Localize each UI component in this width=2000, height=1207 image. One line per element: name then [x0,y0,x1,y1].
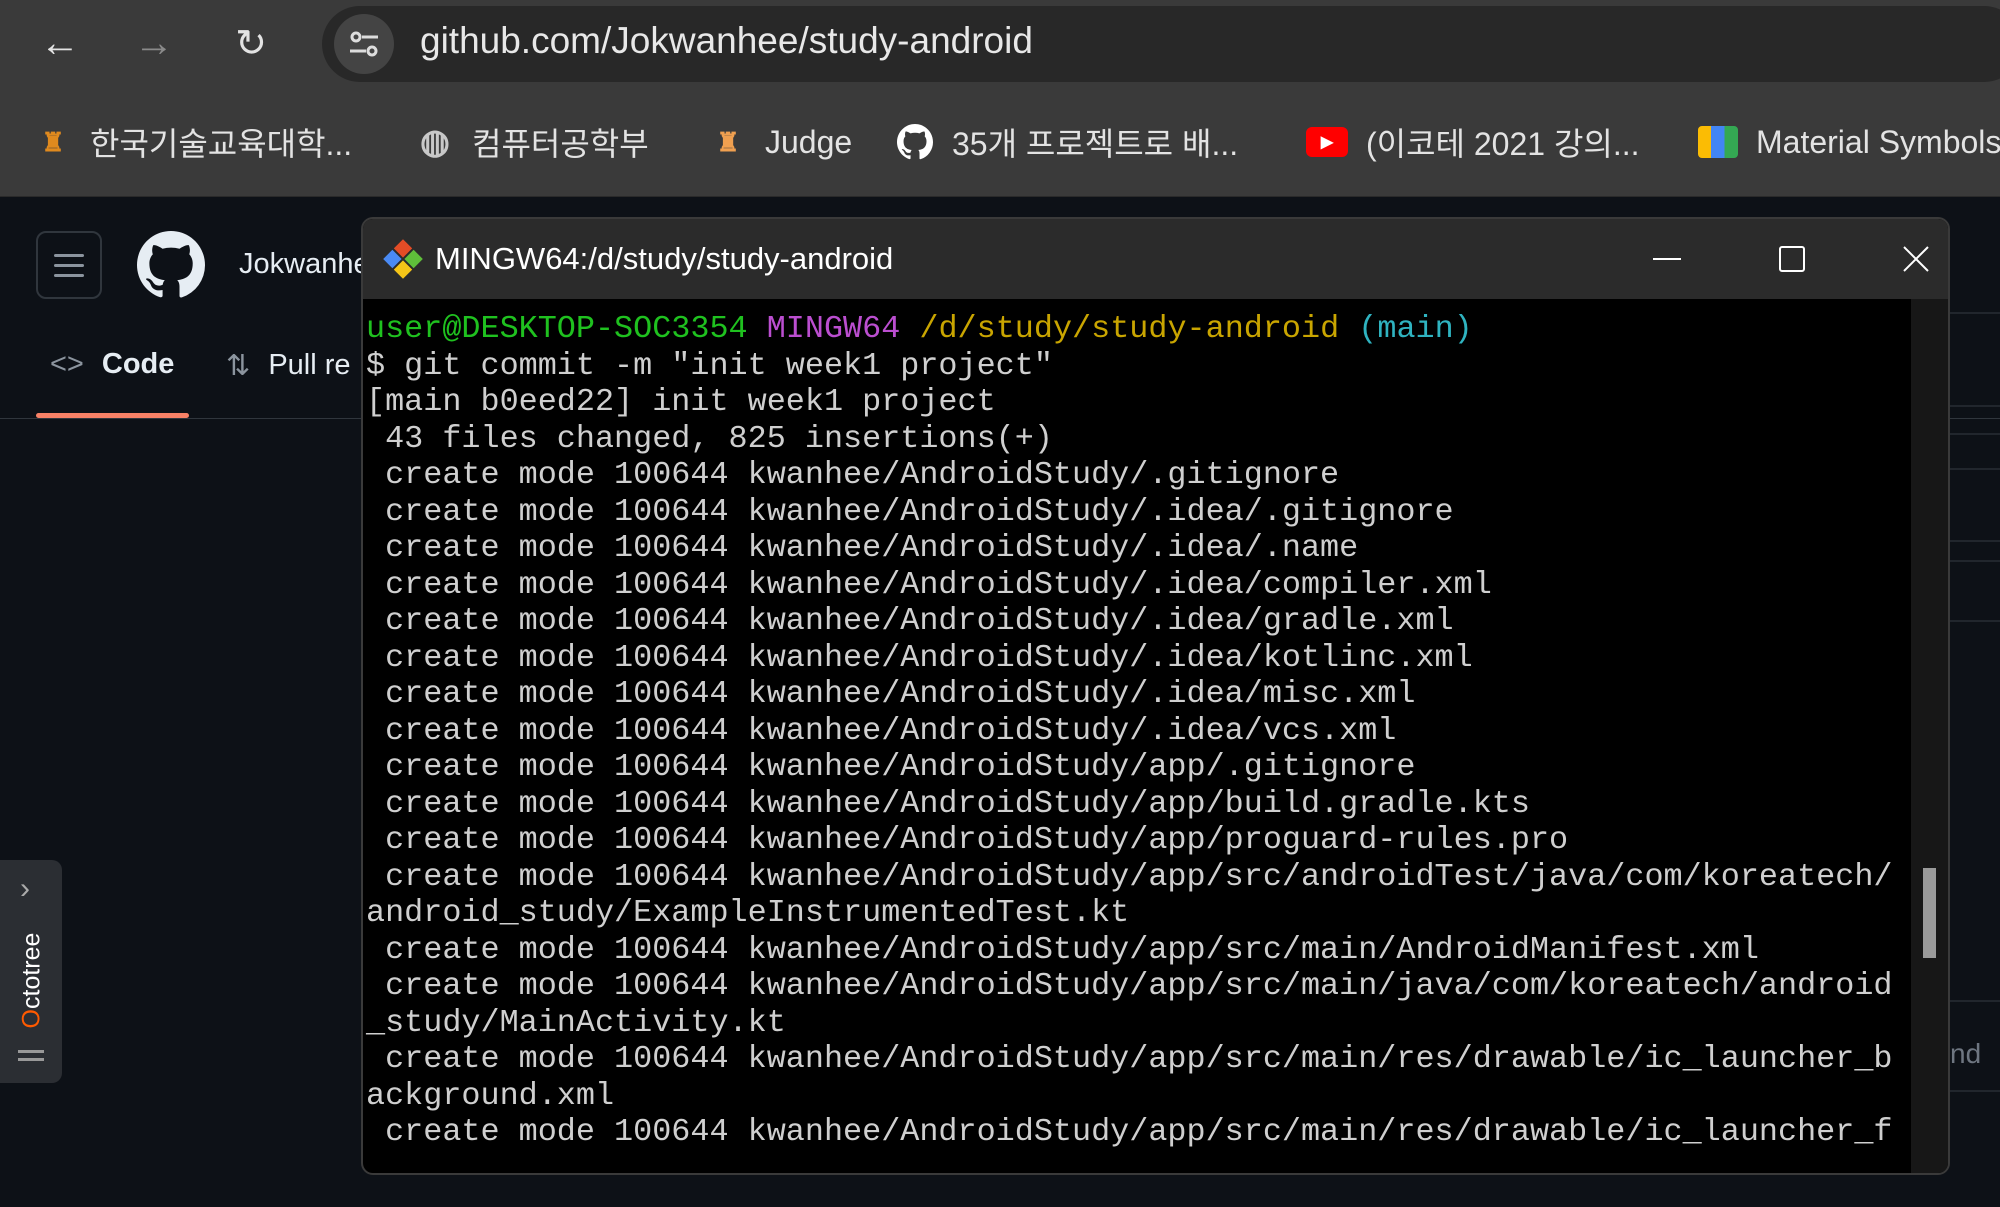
tab-code[interactable]: <> Code [50,348,174,381]
output-line: create mode 100644 kwanhee/AndroidStudy/… [366,712,1397,749]
bookmark-koreatech[interactable]: ♜ 한국기술교육대학... [34,116,352,168]
pull-request-icon: ⇅ [226,350,251,382]
bookmark-label: Judge [765,123,853,160]
output-line: [main b0eed22] init week1 project [366,384,996,420]
output-line: create mode 100644 kwanhee/AndroidStudy/… [366,785,1530,822]
code-icon: <> [50,348,84,380]
terminal-output[interactable]: user@DESKTOP-SOC3354 MINGW64 /d/study/st… [363,299,1911,1173]
bookmark-material-symbols[interactable]: Material Symbols [1698,116,2000,168]
github-logo-icon[interactable] [137,231,206,299]
output-line: create mode 100644 kwanhee/AndroidStudy/… [366,931,1759,968]
maximize-button[interactable] [1762,229,1822,289]
hamburger-menu-button[interactable] [36,231,102,299]
output-line: create mode 100644 kwanhee/AndroidStudy/… [366,493,1454,530]
divider [1950,312,2000,314]
output-line: 43 files changed, 825 insertions(+) [366,420,1053,457]
url-text[interactable]: github.com/Jokwanhee/study-android [420,20,1033,62]
prompt-line: user@DESKTOP-SOC3354 MINGW64 /d/study/st… [366,311,1911,348]
github-icon [896,123,934,161]
judge-logo-icon: ♜ [716,126,740,157]
tab-label: Pull re [268,349,351,381]
output-line: ackground.xml [366,1077,615,1114]
output-line: _study/MainActivity.kt [366,1004,786,1041]
output-line: create mode 100644 kwanhee/AndroidStudy/… [366,566,1492,603]
browser-toolbar: ← → ↻ github.com/Jokwanhee/study-android [0,0,2000,88]
repo-owner-link[interactable]: Jokwanhe [239,248,370,281]
bookmark-label: Material Symbols [1756,123,2000,160]
drag-handle-icon[interactable] [18,1050,44,1053]
output-line: create mode 100644 kwanhee/AndroidStudy/… [366,1114,1893,1150]
output-line: create mode 100644 kwanhee/AndroidStudy/… [366,457,1340,493]
prompt-shell: MINGW64 [766,311,901,347]
koreatech-logo-icon: ♜ [41,126,65,157]
close-button[interactable] [1886,229,1946,289]
bookmark-youtube[interactable]: ▶ (이코테 2021 강의... [1306,116,1640,168]
globe-icon: ◍ [420,123,450,161]
bookmark-label: 한국기술교육대학... [90,126,353,162]
output-line: create mode 100644 kwanhee/AndroidStudy/… [366,639,1473,676]
terminal-scrollbar[interactable] [1911,299,1948,1173]
output-line: $ git commit -m "init week1 project" [366,347,1053,384]
bookmark-label: 35개 프로젝트로 배... [952,126,1239,162]
output-line: create mode 100644 kwanhee/AndroidStudy/… [366,822,1569,858]
output-line: create mode 100644 kwanhee/AndroidStudy/… [366,749,1416,785]
arrow-left-icon[interactable]: ← [35,18,85,68]
bookmark-label: (이코테 2021 강의... [1366,126,1640,162]
output-line: create mode 100644 kwanhee/AndroidStudy/… [366,1041,1893,1077]
terminal-titlebar[interactable]: MINGW64:/d/study/study-android [363,219,1948,299]
prompt-path: /d/study/study-android [919,311,1340,347]
divider [1950,540,2000,542]
divider [1950,433,2000,435]
output-line: create mode 100644 kwanhee/AndroidStudy/… [366,530,1359,566]
google-fonts-icon [1698,126,1738,158]
output-line: create mode 100644 kwanhee/AndroidStudy/… [366,603,1454,639]
youtube-icon: ▶ [1306,127,1348,157]
divider [1950,1090,2000,1092]
output-line: create mode 100644 kwanhee/AndroidStudy/… [366,968,1893,1004]
bookmark-judge[interactable]: ♜ Judge [709,116,852,168]
terminal-window[interactable]: MINGW64:/d/study/study-android user@DESK… [361,217,1950,1175]
divider [1950,405,2000,407]
arrow-right-icon[interactable]: → [129,18,179,68]
divider [1950,1000,2000,1002]
divider [1950,468,2000,470]
reload-icon[interactable]: ↻ [226,18,276,68]
partial-text: nd [1950,1038,1982,1069]
tab-label: Code [101,348,175,380]
output-line: create mode 100644 kwanhee/AndroidStudy/… [366,858,1893,895]
tune-icon[interactable] [334,14,394,74]
bookmark-github-project[interactable]: 35개 프로젝트로 배... [896,116,1238,168]
minimize-button[interactable] [1637,229,1697,289]
git-bash-icon [381,237,425,281]
bookmark-cse[interactable]: ◍ 컴퓨터공학부 [416,116,649,168]
divider [1950,560,2000,562]
output-line: create mode 100644 kwanhee/AndroidStudy/… [366,676,1416,712]
bookmark-label: 컴퓨터공학부 [472,126,649,162]
output-line: android_study/ExampleInstrumentedTest.kt [366,895,1130,931]
prompt-branch: (main) [1358,311,1473,347]
chevron-right-icon[interactable]: › [20,872,30,906]
tab-pull-requests[interactable]: ⇅ Pull re [226,348,351,383]
terminal-title: MINGW64:/d/study/study-android [435,241,894,276]
scrollbar-thumb[interactable] [1923,867,1936,958]
octotree-label: Octotree [17,932,46,1028]
prompt-user-host: user@DESKTOP-SOC3354 [366,311,748,347]
divider [1950,620,2000,622]
